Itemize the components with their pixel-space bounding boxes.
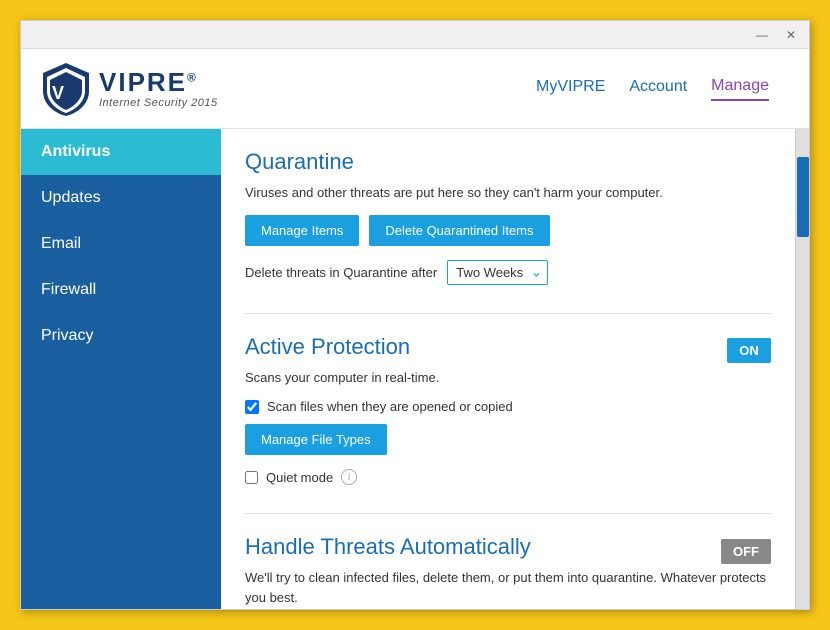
content-area: Quarantine Viruses and other threats are… bbox=[221, 129, 795, 609]
sidebar-item-firewall[interactable]: Firewall bbox=[21, 267, 221, 313]
scan-files-checkbox-row: Scan files when they are opened or copie… bbox=[245, 399, 771, 414]
handle-threats-toggle[interactable]: OFF bbox=[721, 539, 771, 564]
logo-vipre-text: VIPRE® bbox=[99, 68, 218, 97]
manage-items-button[interactable]: Manage Items bbox=[245, 215, 359, 246]
handle-threats-description: We'll try to clean infected files, delet… bbox=[245, 568, 771, 607]
nav-tab-manage[interactable]: Manage bbox=[711, 77, 769, 101]
title-bar: — ✕ bbox=[21, 21, 809, 49]
delete-quarantined-button[interactable]: Delete Quarantined Items bbox=[369, 215, 549, 246]
info-icon[interactable]: i bbox=[341, 469, 357, 485]
handle-threats-title: Handle Threats Automatically bbox=[245, 534, 531, 560]
close-button[interactable]: ✕ bbox=[781, 26, 801, 44]
quarantine-dropdown[interactable]: Never One Day One Week Two Weeks One Mon… bbox=[447, 260, 548, 285]
active-protection-toggle[interactable]: ON bbox=[727, 338, 771, 363]
sidebar-item-updates[interactable]: Updates bbox=[21, 175, 221, 221]
sidebar: Antivirus Updates Email Firewall Privacy bbox=[21, 129, 221, 609]
vipre-logo-icon: V bbox=[41, 61, 91, 116]
nav-tab-myvipre[interactable]: MyVIPRE bbox=[536, 78, 605, 100]
active-protection-description: Scans your computer in real-time. bbox=[245, 368, 771, 388]
main-window: — ✕ V VIPRE® Internet Security 2015 MyV bbox=[20, 20, 810, 610]
handle-threats-section: Handle Threats Automatically OFF We'll t… bbox=[245, 534, 771, 607]
nav-tabs: MyVIPRE Account Manage bbox=[536, 77, 789, 101]
quarantine-description: Viruses and other threats are put here s… bbox=[245, 183, 771, 203]
quiet-mode-row: Quiet mode i bbox=[245, 469, 771, 485]
quiet-mode-label: Quiet mode bbox=[266, 470, 333, 485]
active-protection-toggle-row: Active Protection ON bbox=[245, 334, 771, 368]
divider-2 bbox=[245, 513, 771, 514]
sidebar-item-email[interactable]: Email bbox=[21, 221, 221, 267]
quarantine-dropdown-row: Delete threats in Quarantine after Never… bbox=[245, 260, 771, 285]
logo-sub-text: Internet Security 2015 bbox=[99, 97, 218, 109]
sidebar-item-privacy[interactable]: Privacy bbox=[21, 313, 221, 359]
scrollbar-thumb[interactable] bbox=[797, 157, 809, 237]
scrollbar[interactable] bbox=[795, 129, 809, 609]
logo-text: VIPRE® Internet Security 2015 bbox=[99, 68, 218, 109]
active-protection-title: Active Protection bbox=[245, 334, 410, 360]
quarantine-title: Quarantine bbox=[245, 149, 771, 175]
logo-area: V VIPRE® Internet Security 2015 bbox=[41, 61, 536, 116]
quarantine-select-wrapper: Never One Day One Week Two Weeks One Mon… bbox=[447, 260, 548, 285]
handle-threats-toggle-row: Handle Threats Automatically OFF bbox=[245, 534, 771, 568]
active-protection-section: Active Protection ON Scans your computer… bbox=[245, 334, 771, 486]
divider-1 bbox=[245, 313, 771, 314]
minimize-button[interactable]: — bbox=[751, 26, 773, 44]
nav-tab-account[interactable]: Account bbox=[629, 78, 687, 100]
manage-file-types-button[interactable]: Manage File Types bbox=[245, 424, 387, 455]
scan-files-label: Scan files when they are opened or copie… bbox=[267, 399, 513, 414]
quiet-mode-checkbox[interactable] bbox=[245, 471, 258, 484]
quarantine-section: Quarantine Viruses and other threats are… bbox=[245, 149, 771, 285]
quarantine-dropdown-label: Delete threats in Quarantine after bbox=[245, 265, 437, 280]
header: V VIPRE® Internet Security 2015 MyVIPRE … bbox=[21, 49, 809, 129]
scan-files-checkbox[interactable] bbox=[245, 400, 259, 414]
quarantine-btn-row: Manage Items Delete Quarantined Items bbox=[245, 215, 771, 246]
manage-file-types-btn-row: Manage File Types bbox=[245, 424, 771, 455]
main-body: Antivirus Updates Email Firewall Privacy… bbox=[21, 129, 809, 609]
sidebar-item-antivirus[interactable]: Antivirus bbox=[21, 129, 221, 175]
svg-text:V: V bbox=[52, 83, 64, 103]
